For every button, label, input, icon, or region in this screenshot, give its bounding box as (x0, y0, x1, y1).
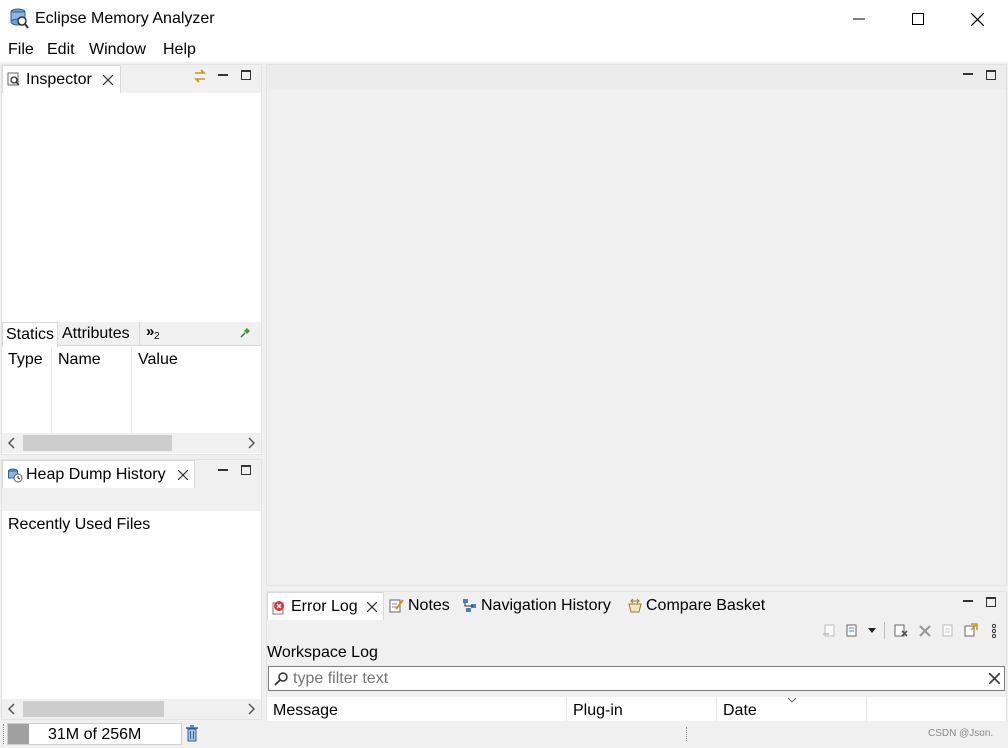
sort-descending-icon (787, 697, 797, 703)
inspector-icon (7, 72, 20, 86)
scroll-thumb[interactable] (23, 701, 164, 717)
status-bar-grip (3, 724, 5, 744)
column-divider[interactable] (566, 697, 567, 721)
clear-log-icon[interactable] (893, 623, 909, 638)
heap-history-horizontal-scrollbar[interactable] (2, 699, 261, 719)
menu-window[interactable]: Window (89, 41, 146, 59)
log-filter-input[interactable] (291, 668, 981, 689)
heap-history-minimize-button[interactable] (218, 469, 228, 471)
watermark: CSDN @Json. (928, 728, 994, 739)
tab-navigation-history[interactable]: Navigation History (481, 597, 611, 615)
garbage-collect-icon[interactable] (185, 725, 199, 742)
heap-status-text: 31M of 256M (48, 726, 142, 743)
heap-status-bar[interactable]: 31M of 256M (7, 723, 182, 745)
editor-minimize-button[interactable] (963, 73, 973, 75)
column-value[interactable]: Value (138, 351, 178, 369)
scroll-left-icon[interactable] (7, 702, 17, 716)
close-icon[interactable] (103, 75, 113, 85)
memory-analyzer-app-icon (9, 7, 29, 29)
column-divider[interactable] (131, 347, 132, 433)
tab-notes[interactable]: Notes (408, 597, 450, 615)
status-bar: 31M of 256M CSDN @Json. (0, 721, 1008, 748)
delete-log-icon[interactable] (918, 624, 932, 638)
import-log-icon[interactable] (845, 623, 860, 638)
menu-edit[interactable]: Edit (47, 41, 75, 59)
scroll-right-icon[interactable] (246, 436, 256, 450)
subtab-statics-label: Statics (6, 326, 55, 343)
editor-area (266, 64, 1007, 586)
bottom-panel-maximize-button[interactable] (986, 597, 996, 607)
navigation-history-icon (463, 599, 476, 612)
view-menu-icon[interactable] (991, 623, 997, 639)
scroll-thumb[interactable] (23, 435, 172, 451)
inspector-horizontal-scrollbar[interactable] (2, 433, 261, 453)
column-date[interactable]: Date (723, 702, 757, 720)
tab-heap-dump-history-label: Heap Dump History (26, 466, 166, 483)
close-icon[interactable] (178, 470, 188, 480)
open-log-icon[interactable] (941, 623, 955, 638)
scroll-right-icon[interactable] (246, 702, 256, 716)
log-filter-field[interactable] (268, 666, 1005, 691)
tab-error-log-label: Error Log (291, 598, 358, 615)
menu-bar: File Edit Window Help (0, 38, 1008, 62)
column-divider[interactable] (51, 347, 52, 433)
tab-inspector-label: Inspector (26, 71, 92, 88)
title-bar: Eclipse Memory Analyzer (0, 0, 1008, 38)
subtab-divider (139, 322, 140, 346)
tab-error-log[interactable]: Error Log (267, 592, 384, 620)
clear-filter-icon[interactable] (989, 673, 1000, 684)
pin-icon[interactable] (240, 327, 251, 338)
export-log-icon[interactable] (822, 623, 837, 638)
column-message[interactable]: Message (273, 702, 338, 720)
column-name[interactable]: Name (58, 351, 101, 369)
close-window-button[interactable] (954, 0, 1000, 38)
error-log-icon (272, 601, 284, 615)
search-icon (274, 672, 288, 686)
link-with-editor-icon[interactable] (192, 68, 208, 84)
log-table-header (267, 697, 1006, 721)
menu-file[interactable]: File (8, 41, 34, 59)
column-divider[interactable] (716, 697, 717, 721)
inspector-minimize-button[interactable] (218, 74, 228, 76)
notes-icon (389, 599, 404, 613)
subtab-attributes[interactable]: Attributes (62, 325, 130, 343)
heap-history-maximize-button[interactable] (241, 465, 251, 475)
heap-dump-history-icon (8, 468, 23, 483)
scroll-left-icon[interactable] (7, 436, 17, 450)
editor-area-tabstrip (267, 65, 1006, 89)
toolbar-separator (884, 622, 885, 639)
minimize-icon (853, 18, 865, 20)
maximize-button[interactable] (895, 0, 941, 38)
column-type[interactable]: Type (8, 351, 43, 369)
column-plug-in[interactable]: Plug-in (573, 702, 623, 720)
editor-maximize-button[interactable] (986, 70, 996, 80)
maximize-icon (912, 13, 924, 25)
minimize-button[interactable] (836, 0, 882, 38)
workspace-log-label: Workspace Log (267, 644, 378, 661)
close-icon (970, 12, 984, 26)
close-icon[interactable] (367, 602, 377, 612)
tab-heap-dump-history[interactable]: Heap Dump History (2, 460, 195, 488)
inspector-maximize-button[interactable] (241, 70, 251, 80)
recently-used-files-label: Recently Used Files (8, 516, 151, 533)
subtab-overflow-count: 2 (154, 331, 160, 342)
heap-used-fill (8, 724, 29, 744)
tab-inspector[interactable]: Inspector (2, 65, 121, 93)
compare-basket-icon (628, 598, 642, 613)
subtab-statics[interactable]: Statics (2, 322, 58, 347)
chevron-down-icon[interactable] (867, 627, 877, 635)
status-bar-separator (686, 727, 688, 741)
restore-log-icon[interactable] (963, 622, 979, 638)
window-title: Eclipse Memory Analyzer (35, 10, 215, 27)
tab-compare-basket[interactable]: Compare Basket (646, 597, 765, 615)
column-divider[interactable] (866, 697, 867, 721)
menu-help[interactable]: Help (163, 41, 196, 59)
bottom-panel-minimize-button[interactable] (963, 600, 973, 602)
